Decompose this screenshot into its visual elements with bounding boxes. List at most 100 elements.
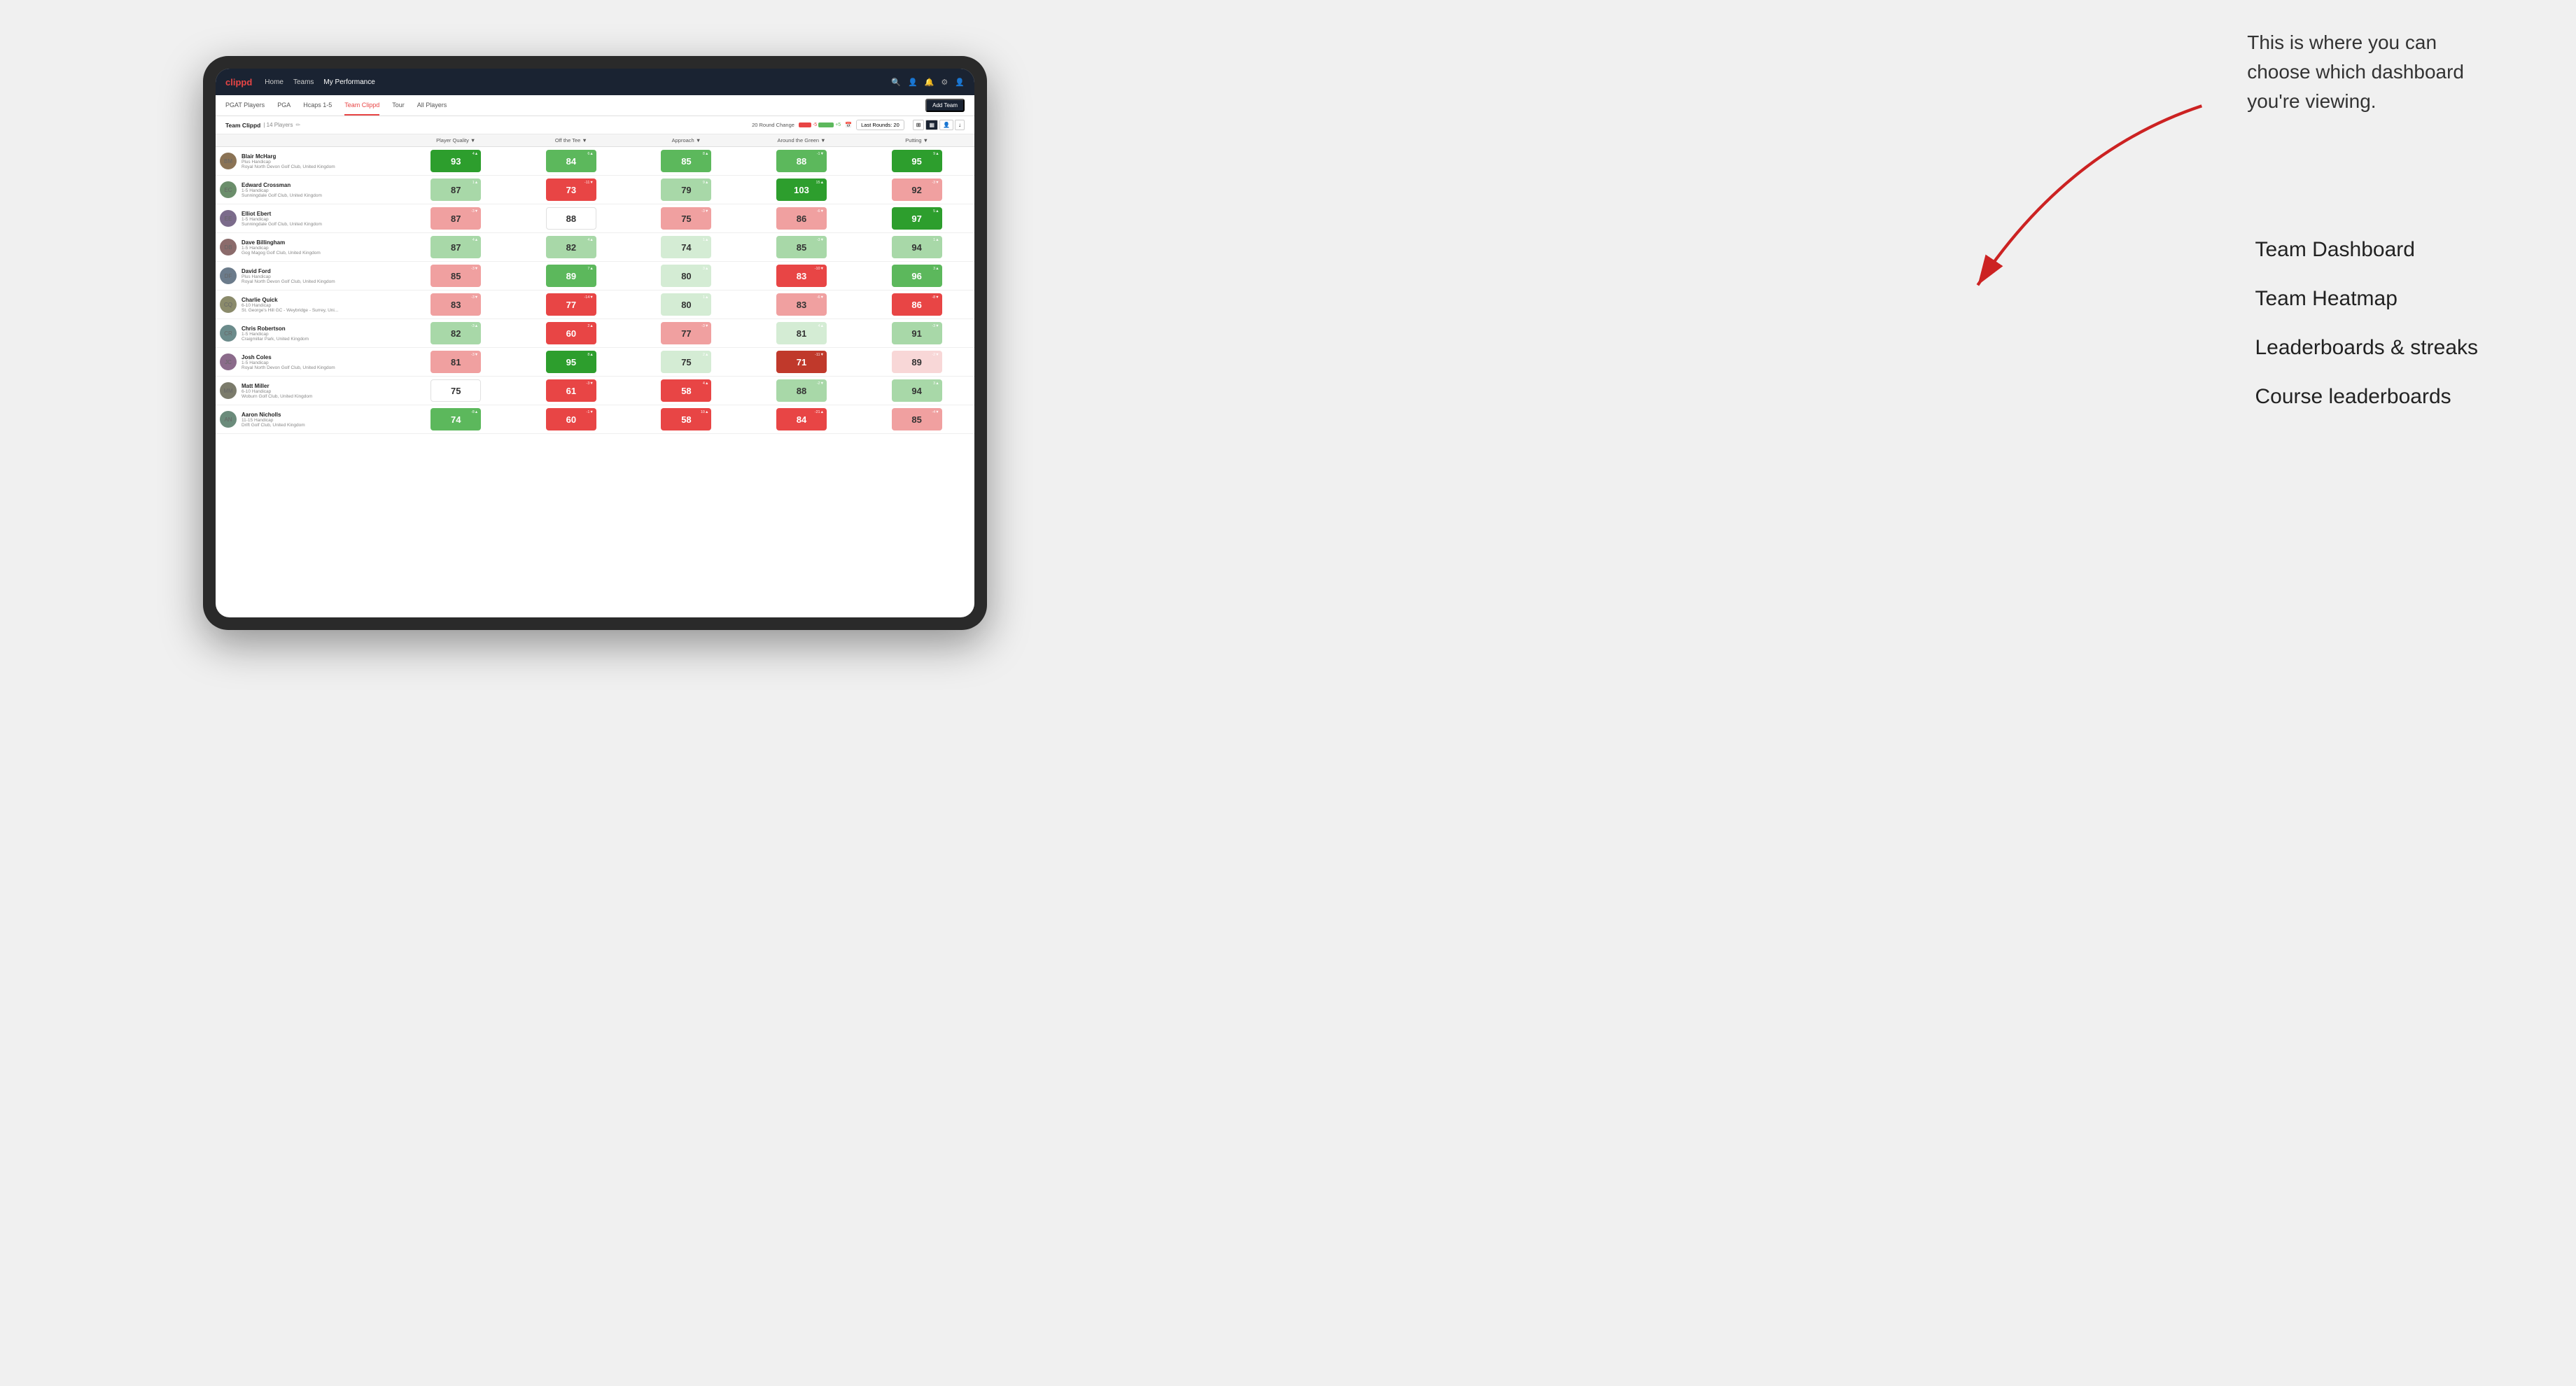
score-box: 58 10▲ [661, 408, 711, 430]
score-box: 80 3▲ [661, 265, 711, 287]
score-value: 94 [911, 386, 921, 396]
player-handicap: 11-15 Handicap [241, 418, 305, 423]
score-box: 75 -3▼ [661, 207, 711, 230]
score-box: 75 2▲ [661, 351, 711, 373]
score-value: 71 [797, 357, 806, 368]
player-handicap: 6-10 Handicap [241, 389, 312, 394]
score-change: 7▲ [587, 267, 594, 271]
annotation-arrow [1820, 91, 2240, 315]
tab-pga[interactable]: PGA [277, 95, 290, 115]
score-box: 95 8▲ [546, 351, 596, 373]
col-header-green[interactable]: Around the Green ▼ [744, 134, 860, 147]
tab-hcaps[interactable]: Hcaps 1-5 [303, 95, 332, 115]
tab-tour[interactable]: Tour [392, 95, 405, 115]
table-row[interactable]: DF David Ford Plus Handicap Royal North … [216, 262, 974, 290]
score-box: 92 -3▼ [892, 178, 942, 201]
score-box: 75 [430, 379, 481, 402]
nav-home[interactable]: Home [265, 78, 284, 86]
score-value: 87 [451, 242, 461, 253]
score-change: -3▼ [471, 353, 478, 357]
col-header-putting[interactable]: Putting ▼ [859, 134, 974, 147]
team-count: | 14 Players [263, 122, 293, 128]
player-cell: BM Blair McHarg Plus Handicap Royal Nort… [216, 149, 398, 173]
player-name: Aaron Nicholls [241, 412, 305, 418]
score-value: 92 [911, 185, 921, 195]
table-row[interactable]: AN Aaron Nicholls 11-15 Handicap Drift G… [216, 405, 974, 434]
nav-teams[interactable]: Teams [293, 78, 314, 86]
ipad-screen: clippd Home Teams My Performance 🔍 👤 🔔 ⚙… [216, 69, 974, 617]
table-view-button[interactable]: ▦ [925, 120, 938, 130]
player-cell: AN Aaron Nicholls 11-15 Handicap Drift G… [216, 407, 398, 431]
table-row[interactable]: JC Josh Coles 1-5 Handicap Royal North D… [216, 348, 974, 377]
score-change: 10▲ [701, 410, 709, 414]
table-row[interactable]: BM Blair McHarg Plus Handicap Royal Nort… [216, 147, 974, 176]
col-header-tee[interactable]: Off the Tee ▼ [514, 134, 629, 147]
download-button[interactable]: ↓ [955, 120, 965, 130]
player-handicap: 1-5 Handicap [241, 332, 309, 337]
score-cell: 94 3▲ [859, 377, 974, 405]
player-cell: MM Matt Miller 6-10 Handicap Woburn Golf… [216, 379, 398, 402]
score-change: -3▼ [587, 382, 594, 386]
score-value: 79 [681, 185, 691, 195]
score-change: -3▼ [701, 324, 708, 328]
score-cell: 73 -11▼ [514, 176, 629, 204]
score-value: 91 [911, 328, 921, 339]
round-change-label: 20 Round Change [752, 122, 794, 128]
score-box: 74 1▲ [661, 236, 711, 258]
player-info: Dave Billingham 1-5 Handicap Gog Magog G… [241, 239, 321, 255]
table-row[interactable]: EC Edward Crossman 1-5 Handicap Sunningd… [216, 176, 974, 204]
player-info: David Ford Plus Handicap Royal North Dev… [241, 268, 335, 284]
score-value: 60 [566, 414, 576, 425]
pos-value: +5 [835, 122, 841, 127]
tab-pgat-players[interactable]: PGAT Players [225, 95, 265, 115]
score-value: 58 [681, 386, 691, 396]
edit-icon[interactable]: ✏ [295, 122, 300, 128]
score-change: 3▲ [933, 382, 939, 386]
col-header-player [216, 134, 398, 147]
score-box: 58 4▲ [661, 379, 711, 402]
score-cell: 87 1▲ [398, 176, 514, 204]
tab-all-players[interactable]: All Players [417, 95, 447, 115]
score-value: 81 [797, 328, 806, 339]
player-handicap: 6-10 Handicap [241, 303, 338, 308]
profile-icon[interactable]: 👤 [908, 78, 918, 87]
score-box: 85 -3▼ [430, 265, 481, 287]
table-row[interactable]: MM Matt Miller 6-10 Handicap Woburn Golf… [216, 377, 974, 405]
player-name: Blair McHarg [241, 153, 335, 160]
table-row[interactable]: EE Elliot Ebert 1-5 Handicap Sunningdale… [216, 204, 974, 233]
score-cell: 91 -3▼ [859, 319, 974, 348]
grid-view-button[interactable]: ⊞ [913, 120, 925, 130]
nav-my-performance[interactable]: My Performance [323, 78, 374, 86]
score-change: 2▲ [587, 324, 594, 328]
score-change: 8▲ [587, 353, 594, 357]
score-value: 58 [681, 414, 691, 425]
change-bar: -5 +5 [799, 122, 841, 127]
table-row[interactable]: DB Dave Billingham 1-5 Handicap Gog Mago… [216, 233, 974, 262]
person-view-button[interactable]: 👤 [939, 120, 953, 130]
add-team-button[interactable]: Add Team [925, 99, 965, 112]
player-info: Blair McHarg Plus Handicap Royal North D… [241, 153, 335, 169]
search-icon[interactable]: 🔍 [891, 78, 901, 87]
col-header-quality[interactable]: Player Quality ▼ [398, 134, 514, 147]
player-club: Sunningdale Golf Club, United Kingdom [241, 193, 322, 198]
score-change: -3▼ [471, 295, 478, 300]
score-cell: 96 3▲ [859, 262, 974, 290]
logo: clippd [225, 77, 252, 88]
score-change: 9▲ [703, 181, 709, 185]
score-box: 61 -3▼ [546, 379, 596, 402]
tab-team-clippd[interactable]: Team Clippd [344, 95, 379, 115]
bell-icon[interactable]: 🔔 [925, 78, 934, 87]
col-header-approach[interactable]: Approach ▼ [629, 134, 744, 147]
table-row[interactable]: CR Chris Robertson 1-5 Handicap Craigmil… [216, 319, 974, 348]
avatar-icon[interactable]: 👤 [955, 78, 965, 87]
last-rounds-button[interactable]: Last Rounds: 20 [856, 120, 904, 130]
score-box: 91 -3▼ [892, 322, 942, 344]
player-cell: EC Edward Crossman 1-5 Handicap Sunningd… [216, 178, 398, 202]
table-row[interactable]: CQ Charlie Quick 6-10 Handicap St. Georg… [216, 290, 974, 319]
score-cell: 97 5▲ [859, 204, 974, 233]
score-cell: 74 1▲ [629, 233, 744, 262]
score-value: 60 [566, 328, 576, 339]
score-cell: 94 1▲ [859, 233, 974, 262]
settings-icon[interactable]: ⚙ [941, 78, 948, 87]
dashboard-label-heatmap: Team Heatmap [2255, 287, 2478, 311]
